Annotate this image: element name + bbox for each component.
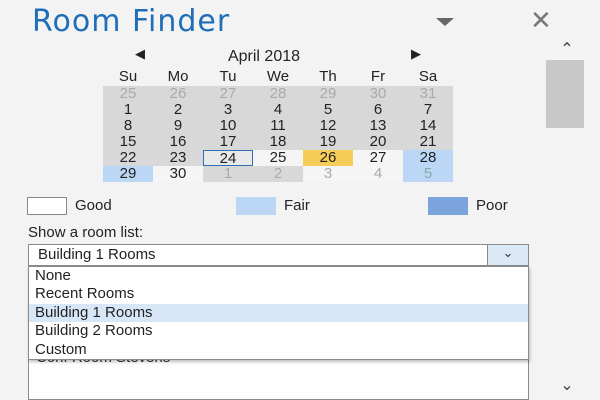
- prev-month-icon[interactable]: ◀: [135, 47, 145, 62]
- scroll-down-icon[interactable]: ⌄: [555, 376, 579, 394]
- calendar-day[interactable]: 29: [303, 86, 353, 102]
- calendar-day[interactable]: 12: [303, 118, 353, 134]
- calendar-day[interactable]: 11: [253, 118, 303, 134]
- calendar-day[interactable]: 7: [403, 102, 453, 118]
- calendar-day[interactable]: 29: [103, 166, 153, 182]
- scrollbar-thumb[interactable]: [546, 60, 584, 128]
- app-title: Room Finder: [32, 4, 231, 39]
- weekday-label: Su: [118, 68, 138, 85]
- calendar-day[interactable]: 6: [353, 102, 403, 118]
- calendar-day[interactable]: 4: [253, 102, 303, 118]
- calendar-day[interactable]: 8: [103, 118, 153, 134]
- calendar-week: 22 23 24 25 26 27 28: [103, 150, 453, 167]
- room-list-dropdown: None Recent Rooms Building 1 Rooms Build…: [28, 266, 529, 360]
- weekday-label: Mo: [167, 68, 189, 85]
- close-icon[interactable]: ✕: [530, 6, 552, 36]
- calendar-day[interactable]: 5: [303, 102, 353, 118]
- calendar-week: 8 9 10 11 12 13 14: [103, 118, 453, 134]
- calendar-day[interactable]: 16: [153, 134, 203, 150]
- legend-good-label: Good: [75, 197, 112, 214]
- calendar-week: 25 26 27 28 29 30 31: [103, 86, 453, 102]
- calendar-week: 1 2 3 4 5 6 7: [103, 102, 453, 118]
- legend-fair-swatch: [236, 197, 276, 215]
- calendar-day[interactable]: 5: [403, 166, 453, 182]
- calendar-day[interactable]: 22: [103, 150, 153, 166]
- calendar-day[interactable]: 23: [153, 150, 203, 166]
- calendar-week: 29 30 1 2 3 4 5: [103, 166, 453, 182]
- dropdown-option-building-1[interactable]: Building 1 Rooms: [29, 303, 528, 323]
- chevron-down-icon[interactable]: ⌄: [487, 245, 528, 265]
- calendar-day[interactable]: 13: [353, 118, 403, 134]
- calendar-day[interactable]: 3: [203, 102, 253, 118]
- calendar-day[interactable]: 10: [203, 118, 253, 134]
- calendar-day[interactable]: 31: [403, 86, 453, 102]
- calendar-day[interactable]: 14: [403, 118, 453, 134]
- weekday-label: Sa: [418, 68, 438, 85]
- calendar-day[interactable]: 28: [253, 86, 303, 102]
- calendar-day[interactable]: 21: [403, 134, 453, 150]
- calendar-day[interactable]: 2: [153, 102, 203, 118]
- calendar-month-label: April 2018: [227, 48, 301, 65]
- calendar-day[interactable]: 26: [153, 86, 203, 102]
- calendar-day[interactable]: 3: [303, 166, 353, 182]
- calendar-day[interactable]: 4: [353, 166, 403, 182]
- weekday-label: Fr: [370, 68, 386, 85]
- calendar-day[interactable]: 27: [203, 86, 253, 102]
- calendar-grid: Su Mo Tu We Th Fr Sa 25 26 27 28 29 30 3…: [103, 68, 453, 182]
- dropdown-option-recent-rooms[interactable]: Recent Rooms: [29, 285, 528, 303]
- calendar-day[interactable]: 15: [103, 134, 153, 150]
- weekday-label: Th: [319, 68, 337, 85]
- legend-fair-label: Fair: [284, 197, 310, 214]
- dropdown-option-building-2[interactable]: Building 2 Rooms: [29, 322, 528, 340]
- legend-poor-label: Poor: [476, 197, 508, 214]
- calendar-day[interactable]: 25: [103, 86, 153, 102]
- calendar-week: 15 16 17 18 19 20 21: [103, 134, 453, 150]
- room-list-label: Show a room list:: [28, 224, 144, 241]
- calendar-day-today[interactable]: 26: [303, 150, 353, 166]
- calendar-day-selected[interactable]: 24: [203, 150, 253, 167]
- calendar-day[interactable]: 19: [303, 134, 353, 150]
- dropdown-option-custom[interactable]: Custom: [29, 341, 528, 359]
- calendar-day[interactable]: 28: [403, 150, 453, 166]
- calendar-day[interactable]: 17: [203, 134, 253, 150]
- calendar-day[interactable]: 1: [203, 166, 253, 182]
- caret-down-icon[interactable]: [436, 18, 454, 26]
- legend-poor-swatch: [428, 197, 468, 215]
- calendar-day[interactable]: 30: [353, 86, 403, 102]
- calendar-day[interactable]: 30: [153, 166, 203, 182]
- dropdown-option-none[interactable]: None: [29, 267, 528, 285]
- calendar-day[interactable]: 1: [103, 102, 153, 118]
- scroll-up-icon[interactable]: ⌃: [555, 40, 579, 58]
- legend-good-swatch: [27, 197, 67, 215]
- room-list-select[interactable]: Building 1 Rooms: [28, 244, 529, 266]
- next-month-icon[interactable]: ▶: [411, 47, 421, 62]
- calendar-day[interactable]: 18: [253, 134, 303, 150]
- calendar-day[interactable]: 2: [253, 166, 303, 182]
- calendar-day[interactable]: 20: [353, 134, 403, 150]
- calendar-day[interactable]: 25: [253, 150, 303, 166]
- weekday-label: Tu: [219, 68, 237, 85]
- calendar-day[interactable]: 27: [353, 150, 403, 166]
- weekday-header: Su Mo Tu We Th Fr Sa: [103, 68, 453, 86]
- weekday-label: We: [266, 68, 290, 85]
- calendar-day[interactable]: 9: [153, 118, 203, 134]
